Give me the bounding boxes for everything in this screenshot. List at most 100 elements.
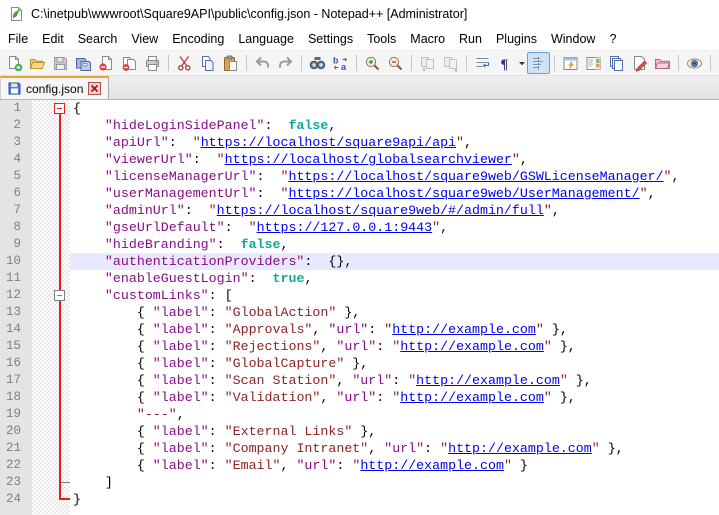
line-number[interactable]: 8	[0, 219, 32, 236]
line-number[interactable]: 20	[0, 423, 32, 440]
redo-button[interactable]	[274, 52, 297, 74]
line-number[interactable]: 17	[0, 372, 32, 389]
code-line[interactable]: { "label": "Approvals", "url": "http://e…	[70, 321, 719, 338]
record-macro-button[interactable]	[715, 52, 719, 74]
code-line[interactable]: { "label": "Email", "url": "http://examp…	[70, 457, 719, 474]
zoom-in-button[interactable]	[361, 52, 384, 74]
code-line[interactable]: {	[70, 100, 719, 117]
line-number[interactable]: 21	[0, 440, 32, 457]
line-number[interactable]: 9	[0, 236, 32, 253]
url-hotspot[interactable]: http://example.com	[360, 458, 504, 473]
code-line[interactable]: "customLinks": [	[70, 287, 719, 304]
code-line[interactable]: }	[70, 491, 719, 508]
url-hotspot[interactable]: http://example.com	[392, 322, 536, 337]
line-number[interactable]: 4	[0, 151, 32, 168]
menu-item-file[interactable]: File	[1, 30, 35, 48]
show-all-characters-button[interactable]: ¶	[494, 52, 517, 74]
print-button[interactable]	[141, 52, 164, 74]
menu-item-encoding[interactable]: Encoding	[165, 30, 231, 48]
menu-item-edit[interactable]: Edit	[35, 30, 71, 48]
zoom-out-button[interactable]	[384, 52, 407, 74]
new-file-button[interactable]	[3, 52, 26, 74]
line-number[interactable]: 3	[0, 134, 32, 151]
code-line[interactable]: "gseUrlDefault": "https://127.0.0.1:9443…	[70, 219, 719, 236]
url-hotspot[interactable]: https://localhost/square9api/api	[201, 135, 456, 150]
menu-item-window[interactable]: Window	[544, 30, 602, 48]
url-hotspot[interactable]: http://example.com	[400, 390, 544, 405]
copy-button[interactable]	[196, 52, 219, 74]
close-file-button[interactable]	[95, 52, 118, 74]
url-hotspot[interactable]: https://localhost/square9web/UserManagem…	[288, 186, 639, 201]
code-line[interactable]: "viewerUrl": "https://localhost/globalse…	[70, 151, 719, 168]
url-hotspot[interactable]: https://localhost/square9web/GSWLicenseM…	[288, 169, 663, 184]
url-hotspot[interactable]: https://localhost/globalsearchviewer	[225, 152, 512, 167]
code-line[interactable]: { "label": "Scan Station", "url": "http:…	[70, 372, 719, 389]
line-number[interactable]: 24	[0, 491, 32, 508]
line-number[interactable]: 2	[0, 117, 32, 134]
url-hotspot[interactable]: https://127.0.0.1:9443	[257, 220, 433, 235]
code-line[interactable]: ]	[70, 474, 719, 491]
find-button[interactable]	[306, 52, 329, 74]
url-hotspot[interactable]: http://example.com	[448, 441, 592, 456]
line-number[interactable]: 14	[0, 321, 32, 338]
word-wrap-button[interactable]	[471, 52, 494, 74]
line-number[interactable]: 12	[0, 287, 32, 304]
menu-item-macro[interactable]: Macro	[403, 30, 452, 48]
code-area[interactable]: { "hideLoginSidePanel": false, "apiUrl":…	[70, 100, 719, 515]
save-button[interactable]	[49, 52, 72, 74]
menu-item-tools[interactable]: Tools	[360, 30, 403, 48]
code-line[interactable]: { "label": "Company Intranet", "url": "h…	[70, 440, 719, 457]
line-number[interactable]: 6	[0, 185, 32, 202]
menu-item-settings[interactable]: Settings	[301, 30, 360, 48]
code-line[interactable]: "hideLoginSidePanel": false,	[70, 117, 719, 134]
line-number[interactable]: 16	[0, 355, 32, 372]
monitoring-eye-button[interactable]	[683, 52, 706, 74]
code-line[interactable]: { "label": "GlobalCapture" },	[70, 355, 719, 372]
sync-vertical-button[interactable]	[416, 52, 439, 74]
line-number[interactable]: 19	[0, 406, 32, 423]
code-line[interactable]: "authenticationProviders": {},	[70, 253, 719, 270]
notepad-plus-plus-app-icon[interactable]	[8, 6, 24, 22]
code-line[interactable]: "hideBranding": false,	[70, 236, 719, 253]
edit-doc-button[interactable]	[628, 52, 651, 74]
code-line[interactable]: "enableGuestLogin": true,	[70, 270, 719, 287]
undo-button[interactable]	[251, 52, 274, 74]
fold-collapse-icon[interactable]	[54, 290, 65, 301]
code-line[interactable]: { "label": "Validation", "url": "http://…	[70, 389, 719, 406]
menu-item-run[interactable]: Run	[452, 30, 489, 48]
line-number[interactable]: 18	[0, 389, 32, 406]
menu-item-search[interactable]: Search	[71, 30, 125, 48]
menu-item-view[interactable]: View	[124, 30, 165, 48]
menu-item-plugins[interactable]: Plugins	[489, 30, 544, 48]
fold-collapse-icon[interactable]	[54, 103, 65, 114]
document-list-button[interactable]	[605, 52, 628, 74]
url-hotspot[interactable]: https://localhost/square9web/#/admin/ful…	[217, 203, 544, 218]
function-list-button[interactable]	[559, 52, 582, 74]
code-line[interactable]: "apiUrl": "https://localhost/square9api/…	[70, 134, 719, 151]
line-number[interactable]: 23	[0, 474, 32, 491]
code-line[interactable]: "---",	[70, 406, 719, 423]
line-number[interactable]: 11	[0, 270, 32, 287]
tab-config-json[interactable]: config.json	[0, 76, 109, 99]
url-hotspot[interactable]: http://example.com	[400, 339, 544, 354]
code-line[interactable]: "licenseManagerUrl": "https://localhost/…	[70, 168, 719, 185]
line-number[interactable]: 15	[0, 338, 32, 355]
line-number[interactable]: 13	[0, 304, 32, 321]
menu-item-help[interactable]: ?	[602, 30, 623, 48]
save-all-button[interactable]	[72, 52, 95, 74]
open-folder-button[interactable]	[26, 52, 49, 74]
url-hotspot[interactable]: http://example.com	[416, 373, 560, 388]
folder-as-workspace-button[interactable]	[651, 52, 674, 74]
code-line[interactable]: "userManagementUrl": "https://localhost/…	[70, 185, 719, 202]
dropdown-arrow-button[interactable]	[517, 52, 527, 74]
show-indent-guide-button[interactable]	[527, 52, 550, 74]
cut-button[interactable]	[173, 52, 196, 74]
line-number[interactable]: 1	[0, 100, 32, 117]
code-line[interactable]: "adminUrl": "https://localhost/square9we…	[70, 202, 719, 219]
sync-horizontal-button[interactable]	[439, 52, 462, 74]
replace-button[interactable]: ba	[329, 52, 352, 74]
tab-close-icon[interactable]	[88, 82, 101, 95]
menu-item-language[interactable]: Language	[231, 30, 301, 48]
code-line[interactable]: { "label": "External Links" },	[70, 423, 719, 440]
line-number[interactable]: 5	[0, 168, 32, 185]
